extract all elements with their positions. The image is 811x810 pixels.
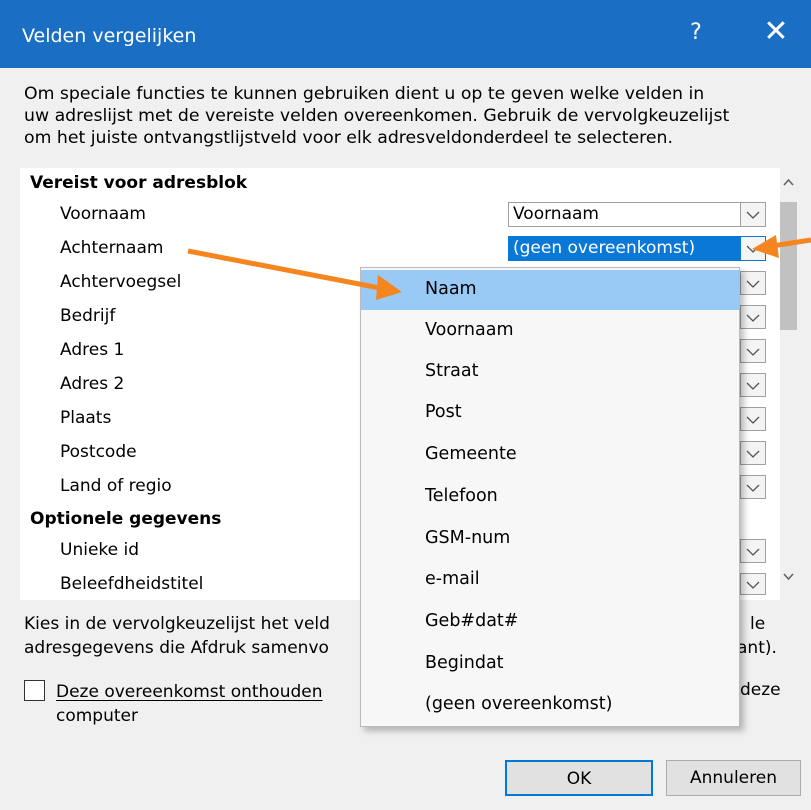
field-combo-beleefdheidstitel[interactable] <box>740 573 766 595</box>
chevron-down-icon <box>746 382 760 390</box>
instruction-line-end: le <box>750 614 766 634</box>
combo-value: (geen overeenkomst) <box>513 238 696 258</box>
field-label-land: Land of regio <box>60 476 172 496</box>
remember-match-checkbox[interactable] <box>24 680 45 701</box>
dropdown-item[interactable]: Straat <box>361 352 739 392</box>
field-combo-plaats[interactable] <box>740 407 766 431</box>
ok-button[interactable]: OK <box>505 760 653 796</box>
chevron-down-icon <box>746 280 760 288</box>
chevron-down-icon <box>746 450 760 458</box>
instruction-line-end: ant). <box>737 638 777 658</box>
field-combo-bedrijf[interactable] <box>740 305 766 329</box>
field-matching-dialog: Velden vergelijken ? ✕ Om speciale funct… <box>0 0 811 810</box>
chevron-down-icon <box>746 581 760 589</box>
field-label-postcode: Postcode <box>60 442 137 462</box>
combo-value: Voornaam <box>513 204 599 224</box>
dropdown-item[interactable]: Telefoon <box>361 477 739 517</box>
chevron-down-icon <box>746 348 760 356</box>
chevron-down-icon <box>746 548 760 556</box>
instruction-line: Kies in de vervolgkeuzelijst het veld <box>24 614 330 634</box>
dialog-title: Velden vergelijken <box>22 25 197 47</box>
field-combo-achternaam[interactable]: (geen overeenkomst) <box>508 236 766 261</box>
field-label-voornaam: Voornaam <box>60 204 146 224</box>
instruction-line: adresgegevens die Afdruk samenvo <box>24 638 329 658</box>
help-button[interactable]: ? <box>681 20 711 45</box>
field-combo-postcode[interactable] <box>740 441 766 465</box>
intro-line: uw adreslijst met de vereiste velden ove… <box>24 106 730 126</box>
checkbox-label-end: deze <box>740 680 781 700</box>
chevron-down-icon <box>746 416 760 424</box>
dropdown-item[interactable]: Voornaam <box>361 311 739 351</box>
field-label-adres1: Adres 1 <box>60 340 125 360</box>
field-combo-voornaam[interactable]: Voornaam <box>508 202 766 227</box>
dropdown-item[interactable]: Naam <box>361 270 739 310</box>
intro-line: Om speciale functies te kunnen gebruiken… <box>24 84 705 104</box>
field-label-plaats: Plaats <box>60 408 112 428</box>
section-optional: Optionele gegevens <box>30 509 222 529</box>
field-combo-achtervoegsel[interactable] <box>740 271 766 295</box>
dropdown-item[interactable]: Gemeente <box>361 435 739 475</box>
field-label-adres2: Adres 2 <box>60 374 125 394</box>
chevron-down-icon[interactable] <box>740 203 765 226</box>
field-label-unieke-id: Unieke id <box>60 540 140 560</box>
checkbox-label-line: computer <box>56 706 138 726</box>
field-label-achtervoegsel: Achtervoegsel <box>60 272 182 292</box>
scroll-up-icon[interactable] <box>780 175 797 193</box>
field-combo-adres1[interactable] <box>740 339 766 363</box>
intro-text: Om speciale functies te kunnen gebruiken… <box>24 83 794 149</box>
intro-line: om het juiste ontvangstlijstveld voor el… <box>24 128 673 148</box>
field-combo-unieke-id[interactable] <box>740 539 766 563</box>
chevron-down-icon[interactable] <box>740 237 765 260</box>
dropdown-item[interactable]: Begindat <box>361 644 739 684</box>
dropdown-item[interactable]: e-mail <box>361 560 739 600</box>
field-combo-adres2[interactable] <box>740 373 766 397</box>
field-label-achternaam: Achternaam <box>60 238 164 258</box>
field-label-beleefdheidstitel: Beleefdheidstitel <box>60 574 204 594</box>
field-combo-land[interactable] <box>740 475 766 499</box>
instruction-text-end: le ant). <box>737 612 777 660</box>
dropdown-item[interactable]: (geen overeenkomst) <box>361 685 739 725</box>
close-button[interactable]: ✕ <box>756 14 796 49</box>
title-bar: Velden vergelijken ? ✕ <box>0 0 811 68</box>
dropdown-item[interactable]: Post <box>361 393 739 433</box>
checkbox-label-line: Deze overeenkomst onthouden <box>56 682 323 702</box>
dropdown-item[interactable]: Geb#dat# <box>361 602 739 642</box>
cancel-button[interactable]: Annuleren <box>666 760 801 796</box>
dropdown-item[interactable]: GSM-num <box>361 519 739 559</box>
chevron-down-icon <box>746 314 760 322</box>
section-required: Vereist voor adresblok <box>30 173 248 193</box>
instruction-text: Kies in de vervolgkeuzelijst het veld ad… <box>24 612 330 660</box>
scrollbar-thumb[interactable] <box>780 202 797 330</box>
chevron-down-icon <box>746 484 760 492</box>
field-label-bedrijf: Bedrijf <box>60 306 116 326</box>
field-dropdown-list: Naam Voornaam Straat Post Gemeente Telef… <box>360 267 740 727</box>
scroll-down-icon[interactable] <box>780 570 797 588</box>
remember-match-label[interactable]: Deze overeenkomst onthouden computer <box>56 680 323 728</box>
